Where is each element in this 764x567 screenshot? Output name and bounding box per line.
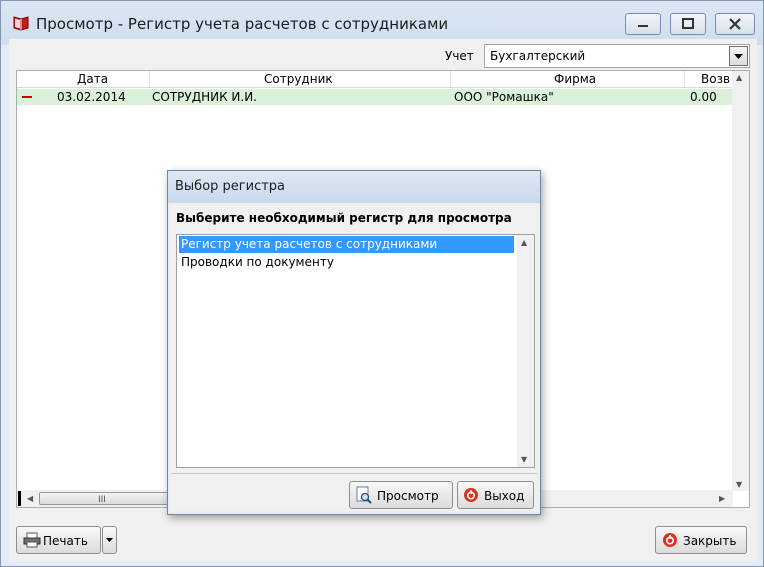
accounting-select-value: Бухгалтерский — [490, 49, 586, 63]
minimize-icon — [638, 25, 648, 27]
column-separator — [684, 71, 685, 87]
scroll-left-icon[interactable]: ◀ — [27, 494, 33, 503]
maximize-icon — [682, 18, 694, 29]
cell-date: 03.02.2014 — [57, 90, 126, 104]
view-button[interactable]: Просмотр — [349, 481, 453, 509]
scroll-down-icon[interactable]: ▼ — [521, 455, 527, 464]
table-row[interactable]: 03.02.2014 СОТРУДНИК И.И. ООО "Ромашка" … — [17, 89, 733, 105]
accounting-select[interactable]: Бухгалтерский — [484, 44, 750, 68]
main-window: Просмотр - Регистр учета расчетов с сотр… — [0, 0, 764, 567]
column-header-date[interactable]: Дата — [77, 72, 108, 86]
column-header-firm[interactable]: Фирма — [554, 72, 596, 86]
column-separator — [450, 71, 451, 87]
close-circle-icon — [663, 533, 677, 547]
preview-magnifier-icon — [356, 486, 372, 504]
dialog-prompt: Выберите необходимый регистр для просмот… — [176, 211, 512, 225]
cell-employee: СОТРУДНИК И.И. — [152, 90, 257, 104]
column-header-amount[interactable]: Возв — [701, 72, 730, 86]
view-button-label: Просмотр — [377, 489, 439, 503]
list-item[interactable]: Регистр учета расчетов с сотрудниками — [179, 236, 514, 253]
listbox-scrollbar[interactable]: ▲ ▼ — [517, 235, 534, 467]
printer-icon — [23, 532, 41, 548]
print-menu-dropdown[interactable] — [102, 526, 117, 554]
close-button-label: Закрыть — [683, 534, 737, 548]
focus-bar — [18, 491, 21, 506]
minimize-button[interactable] — [625, 13, 661, 35]
scroll-up-icon[interactable]: ▲ — [521, 238, 527, 247]
dialog-title: Выбор регистра — [175, 179, 286, 194]
scroll-right-icon[interactable]: ▶ — [719, 494, 725, 503]
grid-header: Дата Сотрудник Фирма Возв — [17, 71, 733, 88]
dropdown-arrow-button[interactable] — [729, 46, 748, 66]
print-button-label: Печать — [43, 534, 88, 548]
column-header-employee[interactable]: Сотрудник — [264, 72, 333, 86]
dialog-body: Выберите необходимый регистр для просмот… — [171, 203, 537, 511]
scroll-down-icon[interactable]: ▼ — [736, 480, 742, 489]
chevron-down-icon — [734, 54, 743, 59]
maximize-button[interactable] — [670, 13, 706, 35]
chevron-down-icon — [106, 538, 113, 542]
cell-amount: 0.00 — [690, 90, 717, 104]
column-separator — [149, 71, 150, 87]
exit-button-label: Выход — [484, 489, 525, 503]
close-circle-icon — [464, 488, 478, 502]
register-select-dialog: Выбор регистра Выберите необходимый реги… — [167, 170, 541, 515]
grid-vertical-scrollbar[interactable]: ▲ ▼ — [732, 71, 749, 491]
accounting-label: Учет — [445, 49, 474, 63]
cell-firm: ООО "Ромашка" — [454, 90, 554, 104]
window-title: Просмотр - Регистр учета расчетов с сотр… — [36, 15, 449, 33]
divider — [171, 473, 537, 474]
scroll-up-icon[interactable]: ▲ — [736, 73, 742, 82]
app-book-icon — [13, 16, 29, 31]
close-button[interactable]: Закрыть — [655, 526, 747, 554]
close-window-button[interactable] — [715, 13, 755, 35]
register-listbox[interactable]: Регистр учета расчетов с сотрудниками Пр… — [176, 234, 535, 468]
horizontal-scroll-thumb[interactable]: III — [39, 492, 169, 505]
row-status-marker — [22, 96, 32, 98]
dialog-title-bar[interactable]: Выбор регистра — [168, 171, 540, 203]
grip-icon: III — [98, 495, 106, 505]
close-icon — [729, 18, 741, 30]
print-button[interactable]: Печать — [16, 526, 101, 554]
list-item[interactable]: Проводки по документу — [179, 254, 514, 271]
exit-button[interactable]: Выход — [457, 481, 534, 509]
